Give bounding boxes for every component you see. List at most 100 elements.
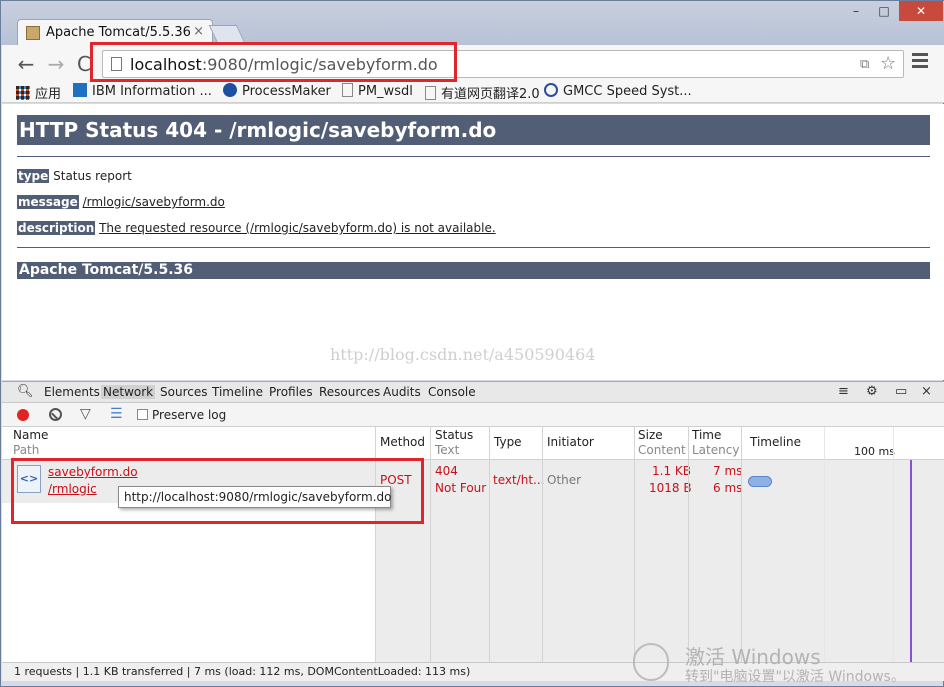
bookmark-label: ProcessMaker (242, 84, 331, 99)
new-tab-button[interactable] (208, 25, 246, 43)
preserve-log-checkbox[interactable]: Preserve log (137, 408, 226, 422)
preserve-log-label: Preserve log (152, 408, 227, 422)
col-sublabel: Content (638, 443, 686, 457)
page-content: HTTP Status 404 - /rmlogic/savebyform.do… (2, 104, 944, 380)
network-toolbar: ▽ ☰ Preserve log (2, 403, 944, 427)
bookmark-label: GMCC Speed Syst... (563, 84, 692, 99)
tab-strip: Apache Tomcat/5.5.36 × – □ ✕ (1, 1, 944, 45)
close-icon[interactable]: × (921, 384, 932, 399)
dock-icon[interactable]: ▭ (895, 384, 907, 399)
col-label: Size (638, 428, 663, 442)
translate-icon[interactable]: ⧉ (860, 57, 869, 72)
bookmark-star-icon[interactable]: ☆ (880, 53, 896, 74)
load-event-line (910, 460, 912, 662)
maximize-button[interactable]: □ (871, 1, 897, 21)
back-arrow-icon[interactable]: ← (14, 52, 38, 76)
minimize-button[interactable]: – (843, 1, 869, 21)
bookmark-apps[interactable]: 应用 (16, 83, 61, 102)
col-size-header[interactable]: Size Content (638, 428, 686, 458)
inspect-search-icon[interactable]: 🔍︎ (17, 384, 34, 399)
watermark: http://blog.csdn.net/a450590464 (330, 345, 596, 364)
bookmark-label: 有道网页翻译2.0 (441, 87, 540, 102)
col-name-header[interactable]: Name Path (13, 428, 48, 458)
type-row: type Status report (17, 169, 132, 183)
col-initiator-header[interactable]: Initiator (547, 435, 594, 450)
request-latency: 6 ms (713, 481, 743, 495)
tab-timeline[interactable]: Timeline (212, 385, 263, 399)
processmaker-icon (223, 83, 237, 97)
tab-close-icon[interactable]: × (193, 24, 204, 39)
request-time: 7 ms (713, 464, 743, 478)
col-status-header[interactable]: Status Text (435, 428, 473, 458)
bookmark-label: IBM Information ... (92, 84, 212, 99)
divider (17, 156, 930, 157)
bookmark-label: 应用 (35, 87, 62, 102)
bookmarks-bar: 应用 IBM Information ... ProcessMaker PM_w… (2, 81, 944, 103)
record-icon[interactable] (17, 409, 29, 421)
timeline-grid-line (824, 427, 825, 662)
col-label: Time (692, 428, 722, 442)
checkbox-box[interactable] (137, 409, 148, 420)
col-label: Name (13, 428, 49, 442)
clear-icon[interactable] (49, 408, 62, 421)
tab-elements[interactable]: Elements (44, 385, 100, 399)
column-divider (741, 427, 742, 662)
message-value: /rmlogic/savebyform.do (82, 195, 225, 209)
column-divider (489, 427, 490, 662)
timeline-grid-line (893, 427, 894, 662)
tab-title: Apache Tomcat/5.5.36 (46, 25, 191, 40)
devtools-tab-bar: 🔍︎ Elements Network Sources Timeline Pro… (2, 381, 944, 403)
col-type-header[interactable]: Type (494, 435, 522, 450)
gear-icon[interactable]: ⚙ (866, 384, 878, 399)
column-divider (688, 427, 689, 662)
chrome-menu-icon[interactable] (912, 53, 928, 71)
url-highlight-box (90, 42, 457, 82)
col-time-header[interactable]: Time Latency (692, 428, 739, 458)
bookmark-youdao[interactable]: 有道网页翻译2.0 (425, 83, 540, 102)
window-close-button[interactable]: ✕ (899, 1, 943, 21)
forward-arrow-icon[interactable]: → (44, 52, 68, 76)
bookmark-ibm[interactable]: IBM Information ... (73, 83, 212, 99)
windows-activation-notice: 激活 Windows 转到"电脑设置"以激活 Windows。 (633, 641, 933, 685)
gmcc-icon (544, 83, 558, 97)
request-status-text: Not Four (435, 481, 487, 495)
timeline-bar[interactable] (748, 476, 772, 487)
request-size: 1.1 KB (652, 464, 691, 478)
large-rows-icon[interactable]: ☰ (110, 406, 123, 422)
col-method-header[interactable]: Method (380, 435, 425, 450)
bookmark-processmaker[interactable]: ProcessMaker (223, 83, 331, 99)
tab-profiles[interactable]: Profiles (269, 385, 313, 399)
request-highlight-box (11, 458, 424, 524)
col-sublabel: Path (13, 443, 40, 457)
column-divider (634, 427, 635, 662)
col-sublabel: Latency (692, 443, 740, 457)
grid-header: Name Path Method Status Text Type Initiato… (2, 427, 944, 460)
description-row: description The requested resource (/rml… (17, 221, 496, 235)
server-footer: Apache Tomcat/5.5.36 (17, 262, 930, 279)
bookmark-pm-wsdl[interactable]: PM_wsdl (342, 83, 413, 99)
col-sublabel: Text (435, 443, 460, 457)
message-row: message /rmlogic/savebyform.do (17, 195, 225, 209)
request-initiator: Other (547, 473, 582, 487)
page-title: HTTP Status 404 - /rmlogic/savebyform.do (17, 115, 930, 145)
console-drawer-icon[interactable]: ≡ (838, 384, 849, 399)
divider (17, 247, 930, 248)
message-label: message (17, 195, 79, 209)
page-icon (425, 86, 436, 100)
tab-console[interactable]: Console (428, 385, 476, 399)
tab-audits[interactable]: Audits (383, 385, 421, 399)
timeline-100ms-mark: 100 ms (854, 445, 895, 458)
tab-network[interactable]: Network (101, 385, 156, 399)
type-label: type (17, 169, 50, 183)
filter-icon[interactable]: ▽ (80, 406, 91, 422)
column-divider (542, 427, 543, 662)
tab-resources[interactable]: Resources (319, 385, 380, 399)
bookmark-gmcc[interactable]: GMCC Speed Syst... (544, 83, 692, 99)
request-content-size: 1018 B (649, 481, 692, 495)
tab-sources[interactable]: Sources (160, 385, 207, 399)
activation-subtitle: 转到"电脑设置"以激活 Windows。 (685, 669, 905, 685)
request-status: 404 (435, 464, 458, 478)
col-timeline-header[interactable]: Timeline (750, 435, 801, 450)
type-value: Status report (53, 169, 132, 183)
col-label: Status (435, 428, 474, 442)
